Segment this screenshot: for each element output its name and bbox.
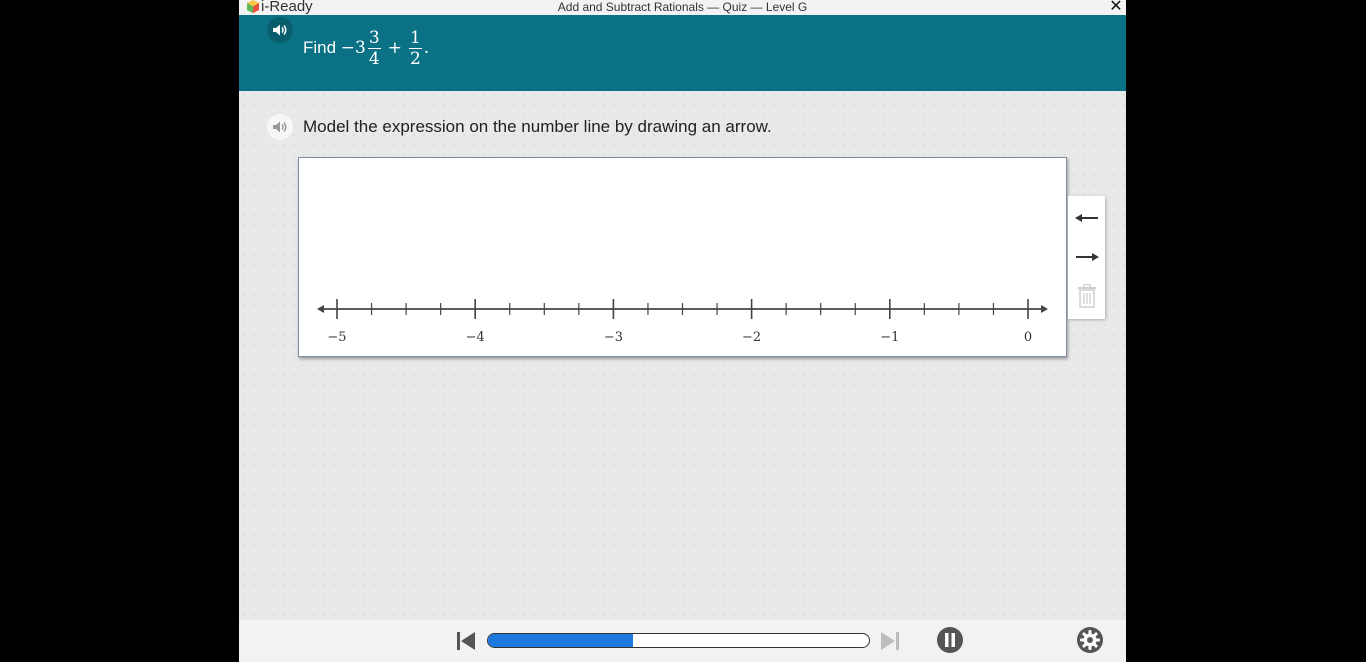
right-arrow-tool[interactable] (1068, 239, 1105, 275)
number-line[interactable]: −5 −4 −3 −2 −1 0 (299, 158, 1066, 356)
tick-label: −5 (327, 330, 346, 345)
question-prefix: Find (303, 38, 341, 57)
fraction-denominator: 2 (408, 47, 422, 69)
progress-fill (488, 634, 633, 647)
tick-label: −4 (466, 330, 485, 345)
next-button (879, 630, 901, 652)
axis-left-arrowhead (317, 305, 324, 313)
pause-icon (937, 627, 963, 653)
skip-back-icon (457, 632, 475, 650)
gear-icon (1077, 627, 1103, 653)
skip-forward-icon (881, 632, 899, 650)
lesson-app: i-Ready Add and Subtract Rationals — Qui… (239, 0, 1126, 662)
lesson-footer (239, 620, 1126, 662)
left-arrow-tool[interactable] (1068, 200, 1105, 236)
fraction-denominator: 4 (367, 47, 381, 69)
instruction-text: Model the expression on the number line … (303, 117, 772, 136)
previous-button[interactable] (455, 630, 477, 652)
delete-tool[interactable] (1068, 278, 1105, 314)
fraction-numerator: 1 (409, 27, 421, 48)
fraction-three-fourths: 3 4 (367, 27, 381, 69)
fraction-numerator: 3 (368, 27, 380, 48)
question-audio-button[interactable] (267, 17, 293, 43)
progress-bar (487, 633, 870, 648)
arrow-right-icon (1075, 253, 1099, 261)
tick-label: −2 (742, 330, 761, 345)
mixed-number-whole: −3 (340, 38, 366, 58)
speaker-icon (273, 121, 287, 133)
fraction-one-half: 1 2 (408, 27, 422, 69)
instruction-audio-button[interactable] (267, 114, 293, 140)
question-period: . (423, 38, 430, 58)
arrow-tool-panel (1068, 196, 1105, 319)
number-line-workspace[interactable]: −5 −4 −3 −2 −1 0 (298, 157, 1067, 357)
tick-label: −1 (880, 330, 899, 345)
settings-button[interactable] (1076, 626, 1104, 654)
pause-button[interactable] (936, 626, 964, 654)
window-title: Add and Subtract Rationals — Quiz — Leve… (557, 0, 808, 14)
speaker-icon (273, 24, 287, 36)
tick-label: −3 (604, 330, 623, 345)
trash-icon (1077, 284, 1096, 308)
question-text: Find −3 3 4 + 1 2 . (303, 15, 429, 81)
tick-label: 0 (1024, 330, 1032, 345)
axis-right-arrowhead (1041, 305, 1048, 313)
plus-operator: + (387, 38, 402, 58)
arrow-left-icon (1074, 214, 1098, 222)
close-button[interactable]: ✕ (1108, 0, 1124, 14)
title-bar: i-Ready Add and Subtract Rationals — Qui… (239, 0, 1126, 15)
